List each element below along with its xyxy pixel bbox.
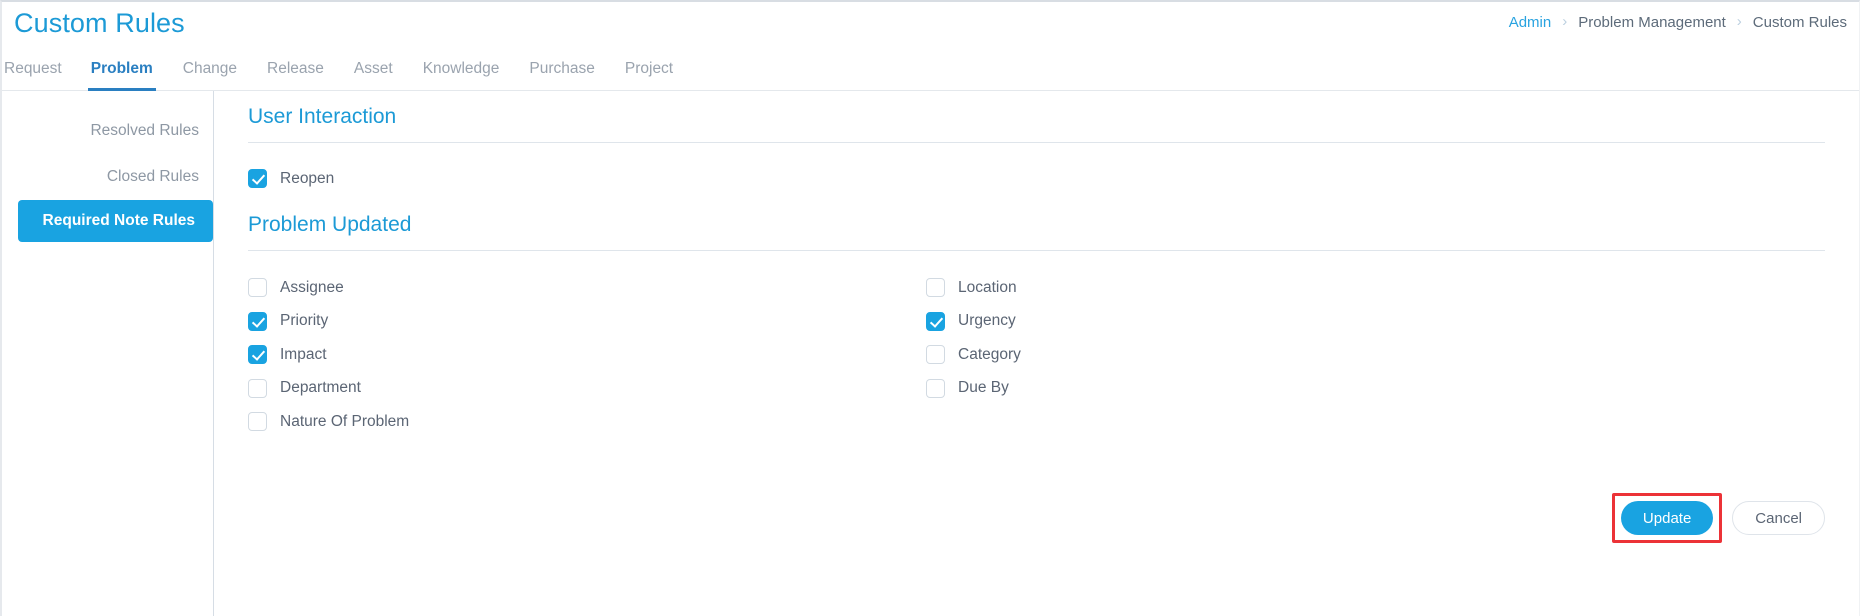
checkbox-row-department[interactable]: Department bbox=[248, 372, 926, 406]
checkbox-label: Due By bbox=[958, 379, 1009, 397]
tab-asset[interactable]: Asset bbox=[339, 58, 408, 90]
form-actions: Update Cancel bbox=[1611, 493, 1825, 543]
checkbox-row-priority[interactable]: Priority bbox=[248, 305, 926, 339]
checkbox-row-urgency[interactable]: Urgency bbox=[926, 305, 1859, 339]
tab-change[interactable]: Change bbox=[168, 58, 252, 90]
checkbox-impact[interactable] bbox=[248, 345, 267, 365]
tab-release[interactable]: Release bbox=[252, 58, 339, 90]
chevron-right-icon: › bbox=[1562, 13, 1568, 30]
checkbox-row-due-by[interactable]: Due By bbox=[926, 372, 1859, 406]
checkbox-label: Nature Of Problem bbox=[280, 412, 410, 430]
checkbox-row-location[interactable]: Location bbox=[926, 271, 1859, 305]
checkbox-label: Priority bbox=[280, 312, 329, 330]
problem-updated-options-grid: Assignee Priority Impact Department Natu… bbox=[248, 271, 1859, 439]
options-column-left: Assignee Priority Impact Department Natu… bbox=[248, 271, 926, 439]
checkbox-label: Location bbox=[958, 278, 1017, 296]
sidebar-item-closed-rules[interactable]: Closed Rules bbox=[2, 154, 213, 200]
checkbox-label: Reopen bbox=[280, 169, 335, 187]
checkbox-label: Department bbox=[280, 379, 361, 397]
checkbox-assignee[interactable] bbox=[248, 278, 267, 298]
sidebar-item-label: Resolved Rules bbox=[90, 122, 199, 139]
page-title: Custom Rules bbox=[14, 8, 185, 38]
sidebar-item-label: Closed Rules bbox=[106, 168, 199, 185]
tab-knowledge[interactable]: Knowledge bbox=[408, 58, 515, 90]
checkbox-label: Impact bbox=[280, 345, 327, 363]
checkbox-priority[interactable] bbox=[248, 311, 267, 331]
options-column-right: Location Urgency Category Due By bbox=[926, 271, 1859, 439]
module-tabbar: Request Problem Change Release Asset Kno… bbox=[2, 58, 1859, 91]
section-divider bbox=[248, 142, 1825, 143]
checkbox-row-impact[interactable]: Impact bbox=[248, 338, 926, 372]
checkbox-location[interactable] bbox=[926, 278, 945, 298]
checkbox-urgency[interactable] bbox=[926, 311, 945, 331]
checkbox-row-reopen[interactable]: Reopen bbox=[248, 162, 1859, 195]
chevron-right-icon: › bbox=[1736, 13, 1742, 30]
checkbox-row-nature-of-problem[interactable]: Nature Of Problem bbox=[248, 405, 926, 439]
section-title-user-interaction: User Interaction bbox=[248, 105, 397, 128]
section-divider bbox=[248, 250, 1825, 251]
rules-sidebar: Resolved Rules Closed Rules Required Not… bbox=[2, 91, 214, 616]
checkbox-reopen[interactable] bbox=[248, 169, 267, 188]
checkbox-label: Category bbox=[958, 345, 1021, 363]
tab-problem[interactable]: Problem bbox=[76, 58, 168, 91]
cancel-button[interactable]: Cancel bbox=[1732, 501, 1825, 535]
sidebar-item-label: Required Note Rules bbox=[42, 212, 195, 229]
page-header: Custom Rules Admin › Problem Management … bbox=[2, 2, 1859, 58]
checkbox-row-category[interactable]: Category bbox=[926, 338, 1859, 372]
checkbox-row-assignee[interactable]: Assignee bbox=[248, 271, 926, 305]
checkbox-label: Urgency bbox=[958, 312, 1016, 330]
breadcrumb-item-problem-management[interactable]: Problem Management bbox=[1578, 14, 1726, 31]
breadcrumb-item-custom-rules: Custom Rules bbox=[1752, 14, 1847, 31]
section-title-problem-updated: Problem Updated bbox=[248, 213, 412, 236]
breadcrumb-item-admin[interactable]: Admin bbox=[1509, 14, 1552, 31]
checkbox-department[interactable] bbox=[248, 378, 267, 398]
application-window: Custom Rules Admin › Problem Management … bbox=[0, 0, 1860, 616]
tab-request[interactable]: Request bbox=[2, 58, 76, 90]
sidebar-item-required-note-rules[interactable]: Required Note Rules bbox=[18, 200, 213, 242]
checkbox-nature-of-problem[interactable] bbox=[248, 412, 267, 432]
rules-content: User Interaction Reopen Problem Updated … bbox=[214, 91, 1859, 616]
tab-project[interactable]: Project bbox=[610, 58, 688, 90]
update-button[interactable]: Update bbox=[1620, 501, 1714, 535]
checkbox-label: Assignee bbox=[280, 278, 344, 296]
breadcrumb: Admin › Problem Management › Custom Rule… bbox=[1509, 14, 1847, 31]
checkbox-due-by[interactable] bbox=[926, 378, 945, 398]
sidebar-item-resolved-rules[interactable]: Resolved Rules bbox=[2, 108, 213, 154]
tab-purchase[interactable]: Purchase bbox=[514, 58, 609, 90]
page-body: Resolved Rules Closed Rules Required Not… bbox=[2, 91, 1859, 616]
checkbox-category[interactable] bbox=[926, 345, 945, 365]
update-button-highlight: Update bbox=[1611, 493, 1723, 543]
